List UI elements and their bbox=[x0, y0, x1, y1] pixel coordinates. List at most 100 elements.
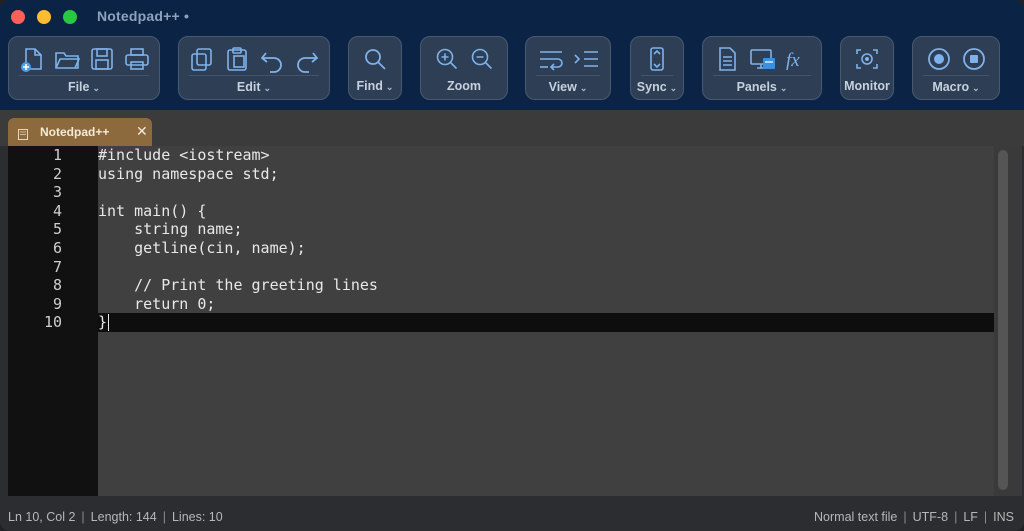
copy-icon[interactable] bbox=[188, 45, 216, 73]
status-separator: | bbox=[983, 510, 988, 524]
chevron-down-icon: ⌄ bbox=[779, 83, 788, 93]
group-separator bbox=[713, 75, 811, 76]
edit-menu-label: Edit bbox=[236, 80, 261, 94]
paste-icon[interactable] bbox=[223, 45, 251, 73]
line-number: 9 bbox=[52, 294, 62, 313]
search-icon[interactable] bbox=[361, 45, 389, 73]
panels-menu-button[interactable]: Panels ⌄ bbox=[703, 80, 821, 94]
code-line[interactable]: getline(cin, name); bbox=[98, 239, 306, 258]
view-menu-button[interactable]: View ⌄ bbox=[526, 80, 610, 94]
zoom-out-icon[interactable] bbox=[468, 45, 496, 73]
panels-menu-label: Panels bbox=[736, 80, 777, 94]
group-separator bbox=[923, 75, 989, 76]
panels-toolbar-group: fx Panels ⌄ bbox=[702, 36, 822, 100]
save-icon[interactable] bbox=[88, 45, 116, 73]
chevron-down-icon: ⌄ bbox=[385, 82, 394, 92]
status-separator: | bbox=[162, 510, 166, 524]
sync-toolbar-group: Sync ⌄ bbox=[630, 36, 684, 100]
function-glyph: fx bbox=[786, 50, 800, 71]
document-icon bbox=[18, 127, 28, 140]
undo-icon[interactable] bbox=[258, 45, 286, 73]
status-separator: | bbox=[954, 510, 958, 524]
cursor-position[interactable]: Ln 10, Col 2 bbox=[8, 510, 75, 524]
line-number: 5 bbox=[52, 220, 62, 239]
sync-scroll-icon[interactable] bbox=[643, 45, 671, 73]
group-separator bbox=[536, 75, 600, 76]
group-separator bbox=[641, 75, 673, 76]
chevron-down-icon: ⌄ bbox=[263, 83, 272, 93]
edit-toolbar-group: Edit ⌄ bbox=[178, 36, 330, 100]
code-line[interactable]: } bbox=[98, 313, 107, 332]
line-number: 10 bbox=[43, 313, 62, 332]
code-line[interactable]: #include <iostream> bbox=[98, 146, 270, 165]
line-count: Lines: 10 bbox=[171, 510, 223, 524]
tab-bar: Notedpad++ ✕ bbox=[0, 110, 1024, 146]
status-separator: | bbox=[903, 510, 907, 524]
window-title: Notedpad++ • bbox=[97, 8, 190, 24]
chevron-down-icon: ⌄ bbox=[669, 83, 678, 93]
encoding[interactable]: UTF-8 bbox=[913, 510, 948, 524]
maximize-window-button[interactable] bbox=[63, 10, 77, 24]
status-right: Normal text file | UTF-8 | LF | INS bbox=[814, 510, 1014, 524]
tab-label: Notedpad++ bbox=[40, 125, 110, 139]
code-line[interactable]: int main() { bbox=[98, 202, 206, 221]
find-toolbar-group: Find ⌄ bbox=[348, 36, 402, 100]
line-number: 2 bbox=[52, 164, 62, 183]
macro-menu-button[interactable]: Macro ⌄ bbox=[913, 80, 999, 94]
sync-menu-button[interactable]: Sync ⌄ bbox=[631, 80, 683, 94]
minimize-window-button[interactable] bbox=[37, 10, 51, 24]
close-icon[interactable]: ✕ bbox=[136, 123, 148, 140]
group-separator bbox=[189, 75, 319, 76]
vertical-scrollbar[interactable] bbox=[994, 146, 1022, 496]
code-editor[interactable]: 1 2 3 4 5 6 7 8 9 10 #include <iostream>… bbox=[8, 146, 1022, 496]
indent-icon[interactable] bbox=[572, 45, 600, 73]
line-number: 7 bbox=[52, 257, 62, 276]
macro-toolbar-group: Macro ⌄ bbox=[912, 36, 1000, 100]
record-icon[interactable] bbox=[925, 45, 953, 73]
line-number: 6 bbox=[52, 239, 62, 257]
function-icon[interactable]: fx bbox=[783, 45, 811, 73]
file-menu-label: File bbox=[67, 80, 90, 94]
open-folder-icon[interactable] bbox=[53, 45, 81, 73]
insert-mode[interactable]: INS bbox=[993, 510, 1014, 524]
line-number: 4 bbox=[52, 201, 62, 220]
line-ending[interactable]: LF bbox=[963, 510, 978, 524]
print-icon[interactable] bbox=[123, 45, 151, 73]
status-separator: | bbox=[81, 510, 85, 524]
title-bar: Notedpad++ • File ⌄ Edit ⌄ Find ⌄ Zoom V… bbox=[0, 0, 1024, 110]
app-window: Notedpad++ • File ⌄ Edit ⌄ Find ⌄ Zoom V… bbox=[0, 0, 1024, 531]
find-menu-button[interactable]: Find ⌄ bbox=[349, 79, 401, 93]
view-menu-label: View bbox=[548, 80, 577, 94]
redo-icon[interactable] bbox=[293, 45, 321, 73]
new-file-icon[interactable] bbox=[18, 45, 46, 73]
code-line[interactable]: // Print the greeting lines bbox=[98, 276, 378, 295]
stop-icon[interactable] bbox=[960, 45, 988, 73]
close-window-button[interactable] bbox=[11, 10, 25, 24]
chevron-down-icon: ⌄ bbox=[579, 83, 588, 93]
line-number: 1 bbox=[52, 146, 62, 164]
tab-notedpad[interactable]: Notedpad++ ✕ bbox=[8, 118, 152, 146]
line-number-gutter: 1 2 3 4 5 6 7 8 9 10 bbox=[8, 146, 98, 496]
current-line-highlight bbox=[98, 313, 994, 332]
file-toolbar-group: File ⌄ bbox=[8, 36, 160, 100]
scrollbar-thumb[interactable] bbox=[998, 150, 1008, 490]
monitor-panel-icon[interactable] bbox=[748, 45, 776, 73]
document-length: Length: 144 bbox=[90, 510, 157, 524]
word-wrap-icon[interactable] bbox=[537, 45, 565, 73]
file-type[interactable]: Normal text file bbox=[814, 510, 897, 524]
zoom-in-icon[interactable] bbox=[433, 45, 461, 73]
edit-menu-button[interactable]: Edit ⌄ bbox=[179, 80, 329, 94]
file-menu-button[interactable]: File ⌄ bbox=[9, 80, 159, 94]
code-line[interactable]: using namespace std; bbox=[98, 165, 279, 184]
code-line[interactable]: string name; bbox=[98, 220, 242, 239]
view-toolbar-group: View ⌄ bbox=[525, 36, 611, 100]
monitor-icon[interactable] bbox=[853, 45, 881, 73]
zoom-label: Zoom bbox=[446, 79, 482, 93]
monitor-label[interactable]: Monitor bbox=[841, 79, 893, 93]
code-line[interactable]: return 0; bbox=[98, 295, 215, 314]
text-cursor bbox=[108, 314, 109, 331]
chevron-down-icon: ⌄ bbox=[972, 83, 980, 93]
macro-menu-label: Macro bbox=[932, 80, 970, 94]
sync-menu-label: Sync bbox=[636, 80, 667, 94]
document-panel-icon[interactable] bbox=[713, 45, 741, 73]
